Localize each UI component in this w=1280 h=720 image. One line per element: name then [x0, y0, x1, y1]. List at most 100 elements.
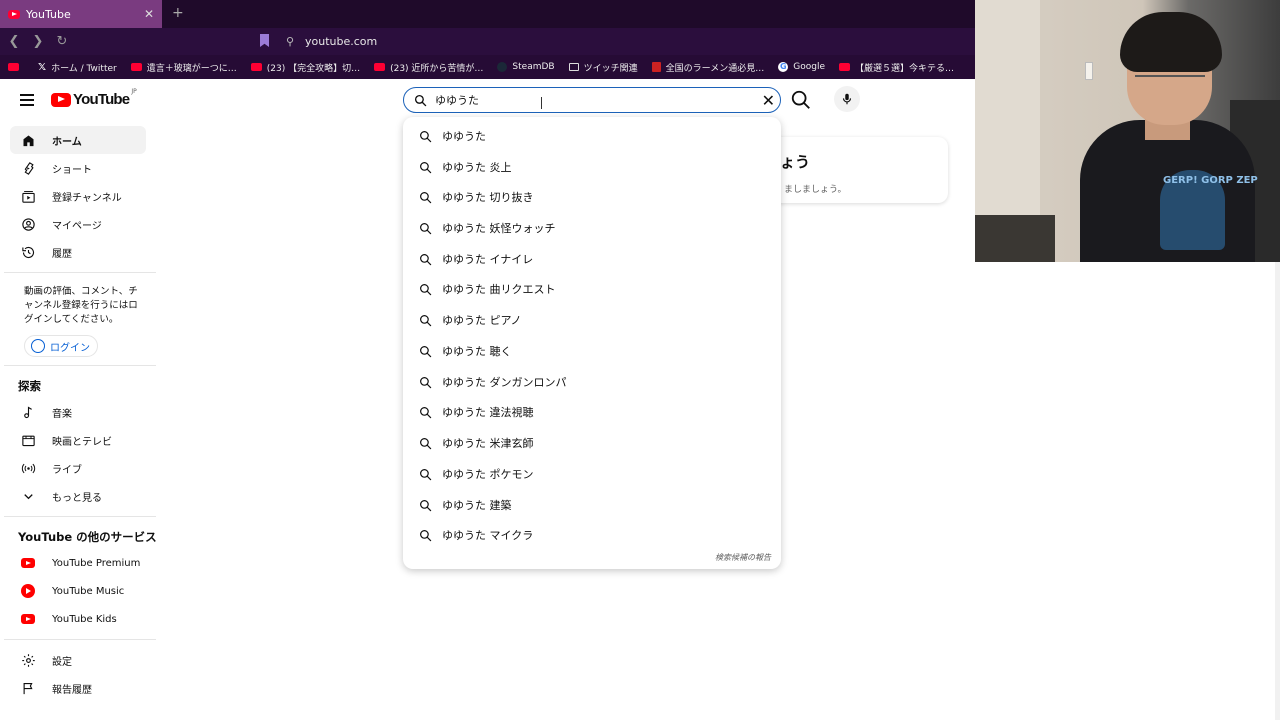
login-prompt: 動画の評価、コメント、チャンネル登録を行うにはログインしてください。	[24, 286, 138, 325]
tab-title: YouTube	[26, 7, 71, 21]
youtube-logo[interactable]: YouTube JP	[51, 88, 137, 108]
reload-icon[interactable]: ↻	[52, 34, 72, 49]
sidebar-item-mypage[interactable]: マイページ	[10, 210, 146, 238]
search-icon	[420, 468, 432, 480]
signin-promo-card: ょう ましましょう。	[760, 137, 948, 203]
sidebar-item-live[interactable]: ライブ	[10, 454, 146, 482]
sidebar-item-youtube-kids[interactable]: YouTube Kids	[10, 605, 146, 633]
promo-title: ょう	[780, 153, 811, 171]
suggestion-item[interactable]: ゆゆうた 聴く	[403, 336, 781, 366]
back-icon[interactable]: ❮	[4, 34, 24, 49]
suggestion-item[interactable]: ゆゆうた 米津玄師	[403, 428, 781, 458]
suggestion-item[interactable]: ゆゆうた イナイレ	[403, 244, 781, 274]
sidebar-item-music[interactable]: 音楽	[10, 398, 146, 426]
film-icon	[20, 432, 36, 448]
bookmark-item[interactable]: 遺言＋玻璃がーつに…	[130, 61, 237, 74]
youtube-page: YouTube JP ✕ ホーム ショート 登録チャンネル マイページ 履歴	[0, 79, 975, 720]
site-info-icon[interactable]: ⚲	[286, 35, 294, 48]
page-right-area	[975, 262, 1280, 720]
bookmark-item[interactable]: ツイッチ関連	[568, 61, 638, 74]
flag-icon	[20, 680, 36, 696]
youtube-premium-icon	[20, 555, 36, 571]
address-bar: ❮ ❯ ↻	[0, 28, 975, 55]
search-input[interactable]	[435, 93, 735, 107]
close-tab-icon[interactable]: ✕	[144, 7, 154, 21]
search-icon	[420, 253, 432, 265]
suggestion-item[interactable]: ゆゆうた 曲リクエスト	[403, 274, 781, 304]
steam-icon	[497, 62, 508, 72]
shorts-icon	[20, 160, 36, 176]
search-icon	[420, 376, 432, 388]
settings-icon	[20, 652, 36, 668]
sidebar-item-shorts[interactable]: ショート	[10, 154, 146, 182]
home-icon	[20, 132, 36, 148]
suggestion-item[interactable]: ゆゆうた 妖怪ウォッチ	[403, 213, 781, 243]
suggestion-item[interactable]: ゆゆうた 切り抜き	[403, 182, 781, 212]
youtube-logo-icon	[51, 92, 71, 107]
desk	[975, 215, 1055, 262]
search-box[interactable]: ✕	[403, 87, 781, 113]
bookmark-item[interactable]	[8, 63, 24, 71]
clear-search-icon[interactable]: ✕	[762, 91, 775, 110]
sidebar-item-youtube-premium[interactable]: YouTube Premium	[10, 549, 146, 577]
search-button[interactable]	[790, 89, 812, 111]
ramen-icon	[651, 62, 661, 72]
sidebar-item-history[interactable]: 履歴	[10, 238, 146, 266]
sidebar-divider	[4, 639, 156, 640]
url-text[interactable]: youtube.com	[305, 35, 377, 48]
sidebar-item-subscriptions[interactable]: 登録チャンネル	[10, 182, 146, 210]
suggestion-item[interactable]: ゆゆうた 建築	[403, 490, 781, 520]
live-icon	[20, 460, 36, 476]
suggestion-item[interactable]: ゆゆうた 炎上	[403, 152, 781, 182]
youtube-kids-icon	[20, 611, 36, 627]
services-heading: YouTube の他のサービス	[18, 530, 157, 544]
browser-tab[interactable]: YouTube ✕	[0, 0, 162, 28]
sidebar-item-movies[interactable]: 映画とテレビ	[10, 426, 146, 454]
suggestion-item[interactable]: ゆゆうた ポケモン	[403, 459, 781, 489]
bookmark-item[interactable]: 全国のラーメン通必見…	[651, 61, 764, 74]
suggestion-item[interactable]: ゆゆうた 違法視聴	[403, 397, 781, 427]
search-icon	[414, 94, 427, 106]
search-icon	[420, 222, 432, 234]
folder-icon	[568, 63, 579, 71]
search-icon	[420, 437, 432, 449]
sidebar-item-settings[interactable]: 設定	[10, 646, 146, 674]
scrollbar-track[interactable]	[1275, 262, 1280, 720]
search-icon	[420, 161, 432, 173]
suggestion-item[interactable]: ゆゆうた ピアノ	[403, 305, 781, 335]
bookmark-item[interactable]: (23) 【完全攻略】切…	[250, 61, 360, 74]
suggestion-item[interactable]: ゆゆうた ダンガンロンパ	[403, 367, 781, 397]
glasses	[1135, 75, 1205, 93]
search-icon	[420, 499, 432, 511]
forward-icon[interactable]: ❯	[28, 34, 48, 49]
shirt-text: GERP! GORP ZEP	[1163, 175, 1258, 186]
new-tab-button[interactable]: +	[172, 5, 184, 21]
search-icon	[420, 130, 432, 142]
promo-subtext: ましましょう。	[784, 185, 847, 195]
login-button[interactable]: ログイン	[24, 335, 98, 357]
sidebar: ホーム ショート 登録チャンネル マイページ 履歴 動画の評価、コメント、チャン…	[0, 126, 160, 702]
sidebar-item-youtube-music[interactable]: YouTube Music	[10, 577, 146, 605]
bookmark-item[interactable]: SteamDB	[497, 62, 555, 72]
report-suggestions-link[interactable]: 検索候補の報告	[715, 552, 771, 563]
sidebar-item-show-more[interactable]: もっと見る	[10, 482, 146, 510]
sidebar-item-report-history[interactable]: 報告履歴	[10, 674, 146, 702]
search-suggestions-dropdown: ゆゆうた ゆゆうた 炎上 ゆゆうた 切り抜き ゆゆうた 妖怪ウォッチ ゆゆうた …	[403, 117, 781, 569]
mic-icon	[842, 93, 852, 105]
bookmark-item[interactable]: G Google	[778, 62, 825, 72]
google-icon: G	[778, 62, 789, 72]
voice-search-button[interactable]	[834, 86, 860, 112]
menu-icon[interactable]	[20, 94, 34, 109]
suggestion-item[interactable]: ゆゆうた	[403, 121, 781, 151]
suggestion-item[interactable]: ゆゆうた マイクラ	[403, 520, 781, 550]
light-switch	[1085, 62, 1093, 80]
sidebar-item-home[interactable]: ホーム	[10, 126, 146, 154]
sidebar-divider	[4, 516, 156, 517]
bookmark-item[interactable]: (23) 近所から苦情が…	[374, 61, 483, 74]
webcam-overlay: GERP! GORP ZEP	[975, 0, 1280, 262]
search-icon	[420, 406, 432, 418]
bookmark-item[interactable]: 【厳選５選】今キテる…	[839, 61, 954, 74]
bookmark-item[interactable]: 𝕏 ホーム / Twitter	[38, 61, 117, 74]
image-icon	[130, 63, 142, 71]
search-icon	[420, 283, 432, 295]
